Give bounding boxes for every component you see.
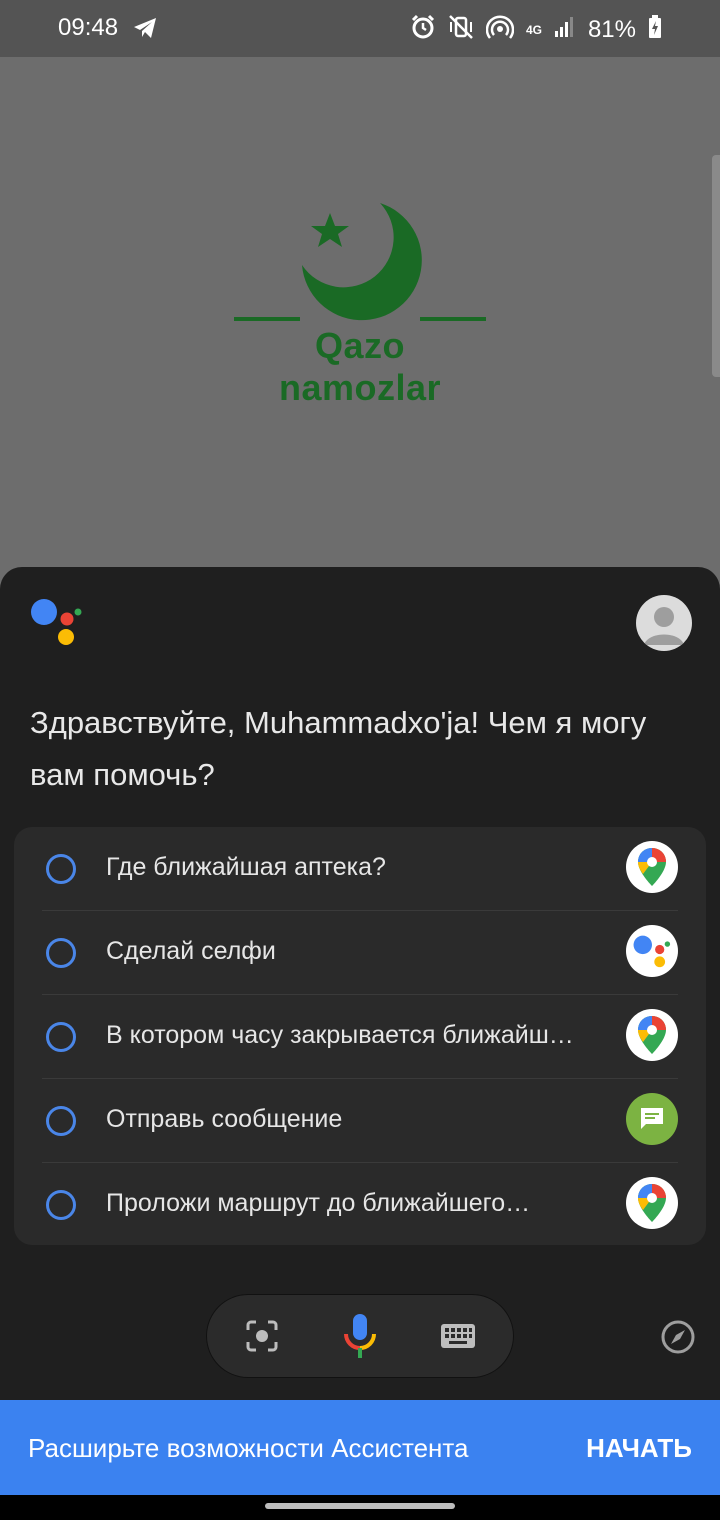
suggestion-item[interactable]: В котором часу закрывается ближайш… [42,995,678,1079]
microphone-icon[interactable] [336,1312,384,1360]
google-assistant-icon [626,925,678,977]
compass-icon[interactable] [658,1317,698,1357]
google-maps-icon [626,1009,678,1061]
radio-icon [46,1106,76,1136]
radio-icon [46,854,76,884]
start-button[interactable]: НАЧАТЬ [586,1433,692,1464]
vibrate-off-icon [448,14,474,45]
battery-percent: 81% [587,15,636,43]
avatar[interactable] [636,595,692,651]
assistant-input-bar [206,1294,514,1378]
radio-icon [46,1190,76,1220]
network-type: 4G [525,22,542,37]
google-assistant-icon [30,598,82,650]
suggestion-list: Где ближайшая аптека? Сделай селфи В кот… [14,827,706,1245]
alarm-icon [410,14,436,45]
google-lens-icon[interactable] [238,1312,286,1360]
battery-charging-icon [648,15,662,44]
scroll-handle[interactable] [712,155,720,377]
radio-icon [46,1022,76,1052]
messages-icon [626,1093,678,1145]
app-logo-text: Qazo namozlar [278,325,442,408]
suggestion-label: Проложи маршрут до ближайшего… [106,1189,531,1217]
suggestion-item[interactable]: Проложи маршрут до ближайшего… [42,1163,678,1247]
signal-icon [554,16,576,43]
radio-icon [46,938,76,968]
status-bar: 09:48 4G 81% [0,0,720,57]
hotspot-icon [485,14,515,45]
suggestion-label: В котором часу закрывается ближайш… [106,1021,574,1049]
google-maps-icon [626,841,678,893]
app-logo: Qazo namozlar [230,195,490,408]
status-time: 09:48 [58,14,119,41]
assistant-greeting: Здравствуйте, Muhammadxo'ja! Чем я могу … [30,705,647,792]
suggestion-label: Отправь сообщение [106,1105,343,1133]
suggestion-item[interactable]: Сделай селфи [42,911,678,995]
suggestion-label: Сделай селфи [106,937,276,965]
navigation-bar [0,1495,720,1520]
suggestion-item[interactable]: Отправь сообщение [42,1079,678,1163]
home-gesture-handle[interactable] [265,1503,455,1509]
keyboard-icon[interactable] [434,1312,482,1360]
promo-text: Расширьте возможности Ассистента [28,1433,469,1463]
google-maps-icon [626,1177,678,1229]
telegram-icon [133,17,157,44]
suggestion-item[interactable]: Где ближайшая аптека? [42,827,678,911]
promo-banner: Расширьте возможности Ассистента НАЧАТЬ [0,1400,720,1495]
suggestion-label: Где ближайшая аптека? [106,853,386,881]
